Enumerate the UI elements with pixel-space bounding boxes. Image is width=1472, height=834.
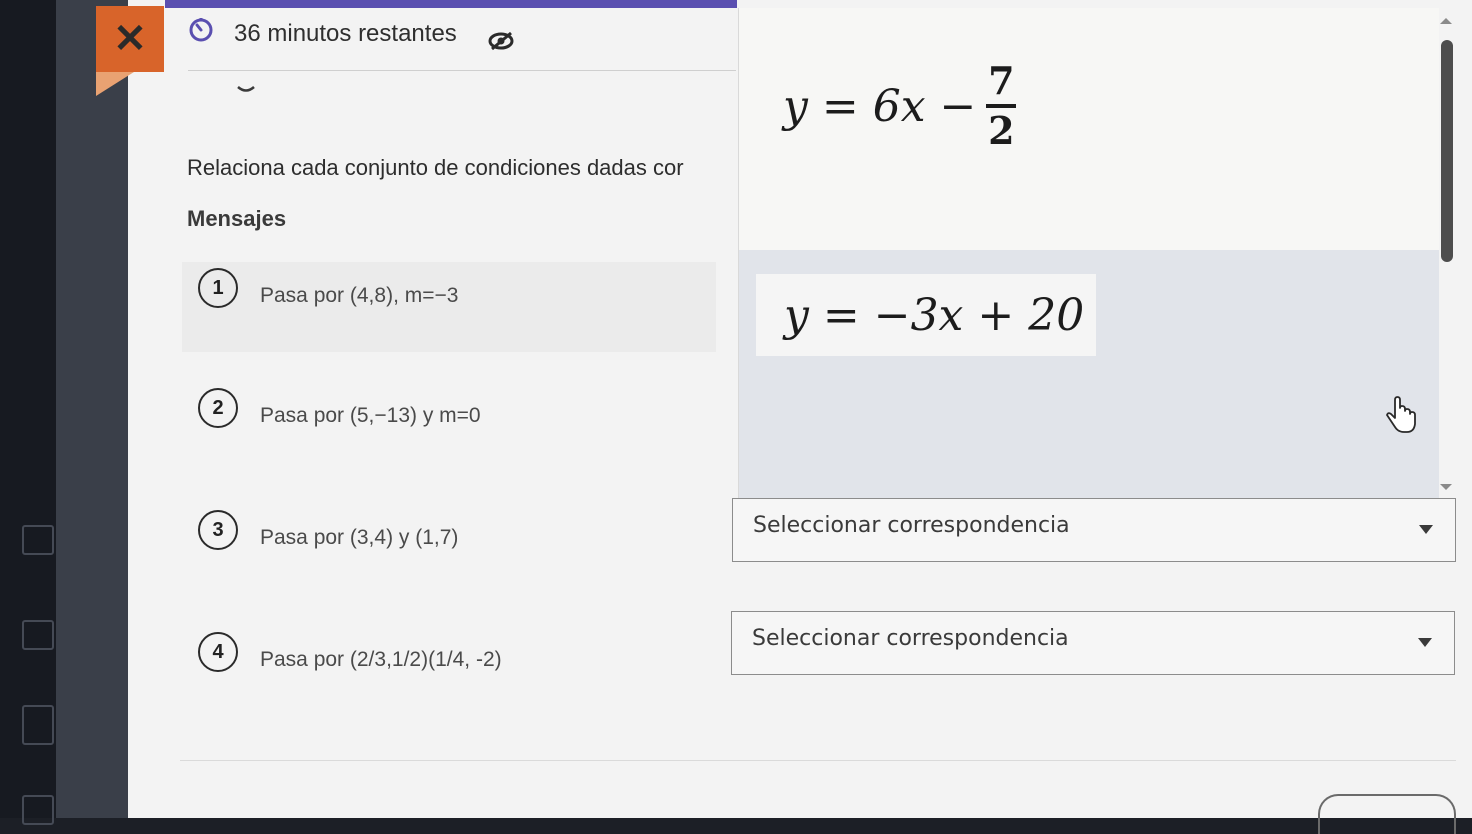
item-number: 3 (198, 510, 238, 550)
close-button[interactable]: ✕ (96, 6, 164, 72)
scroll-up-icon[interactable] (1440, 18, 1452, 24)
eye-slash-icon[interactable] (486, 30, 516, 52)
scroll-thumb[interactable] (1441, 40, 1453, 262)
timer-icon (189, 18, 213, 42)
instruction-text: Relaciona cada conjunto de condiciones d… (187, 155, 684, 180)
list-item: 2 Pasa por (5,−13) y m=0 (198, 388, 718, 434)
chevron-down-icon[interactable] (234, 84, 258, 96)
chart-icon[interactable] (22, 620, 54, 650)
select-value: Seleccionar correspondencia (752, 626, 1069, 651)
select-value: Seleccionar correspondencia (753, 513, 1070, 538)
timer-text: 36 minutos restantes (234, 20, 457, 47)
left-sidebar (0, 0, 56, 825)
list-item: 4 Pasa por (2/3,1/2)(1/4, -2) (198, 632, 718, 678)
fraction-denominator: 2 (988, 108, 1015, 153)
bottom-divider (180, 760, 1456, 761)
options-panel: y = 6x − 7 2 y = −3x + 20 (738, 8, 1439, 502)
next-button[interactable] (1318, 794, 1456, 834)
match-select-3[interactable]: Seleccionar correspondencia (732, 498, 1456, 562)
tool-icon[interactable] (22, 795, 54, 825)
caret-down-icon (1418, 638, 1432, 647)
item-text: Pasa por (5,−13) y m=0 (260, 404, 481, 427)
hand-pointer-icon (1386, 396, 1416, 433)
sidebar-strip (56, 0, 128, 818)
calculator-icon[interactable] (22, 525, 54, 555)
equation-option-1[interactable]: y = 6x − 7 2 (783, 46, 1017, 166)
caret-down-icon (1419, 525, 1433, 534)
progress-bar (165, 0, 737, 8)
list-item: 3 Pasa por (3,4) y (1,7) (198, 510, 718, 556)
item-text: Pasa por (2/3,1/2)(1/4, -2) (260, 648, 502, 671)
equation-option-2[interactable]: y = −3x + 20 (756, 274, 1096, 356)
close-button-flag (96, 72, 134, 96)
header-divider (188, 70, 736, 71)
scrollbar[interactable] (1436, 14, 1456, 494)
notes-icon[interactable] (22, 705, 54, 745)
item-text: Pasa por (3,4) y (1,7) (260, 526, 459, 549)
equation-text: y = −3x + 20 (784, 290, 1085, 341)
item-number: 1 (198, 268, 238, 308)
list-item: 1 Pasa por (4,8), m=−3 (198, 268, 718, 314)
progress-fill (165, 0, 737, 8)
item-text: Pasa por (4,8), m=−3 (260, 284, 459, 307)
equation-lhs: y = 6x − (783, 80, 977, 132)
fraction-numerator: 7 (988, 58, 1015, 103)
close-icon: ✕ (113, 17, 147, 61)
item-number: 2 (198, 388, 238, 428)
scroll-down-icon[interactable] (1440, 484, 1452, 490)
item-number: 4 (198, 632, 238, 672)
fraction: 7 2 (986, 58, 1017, 153)
section-label: Mensajes (187, 206, 287, 231)
match-select-4[interactable]: Seleccionar correspondencia (731, 611, 1455, 675)
